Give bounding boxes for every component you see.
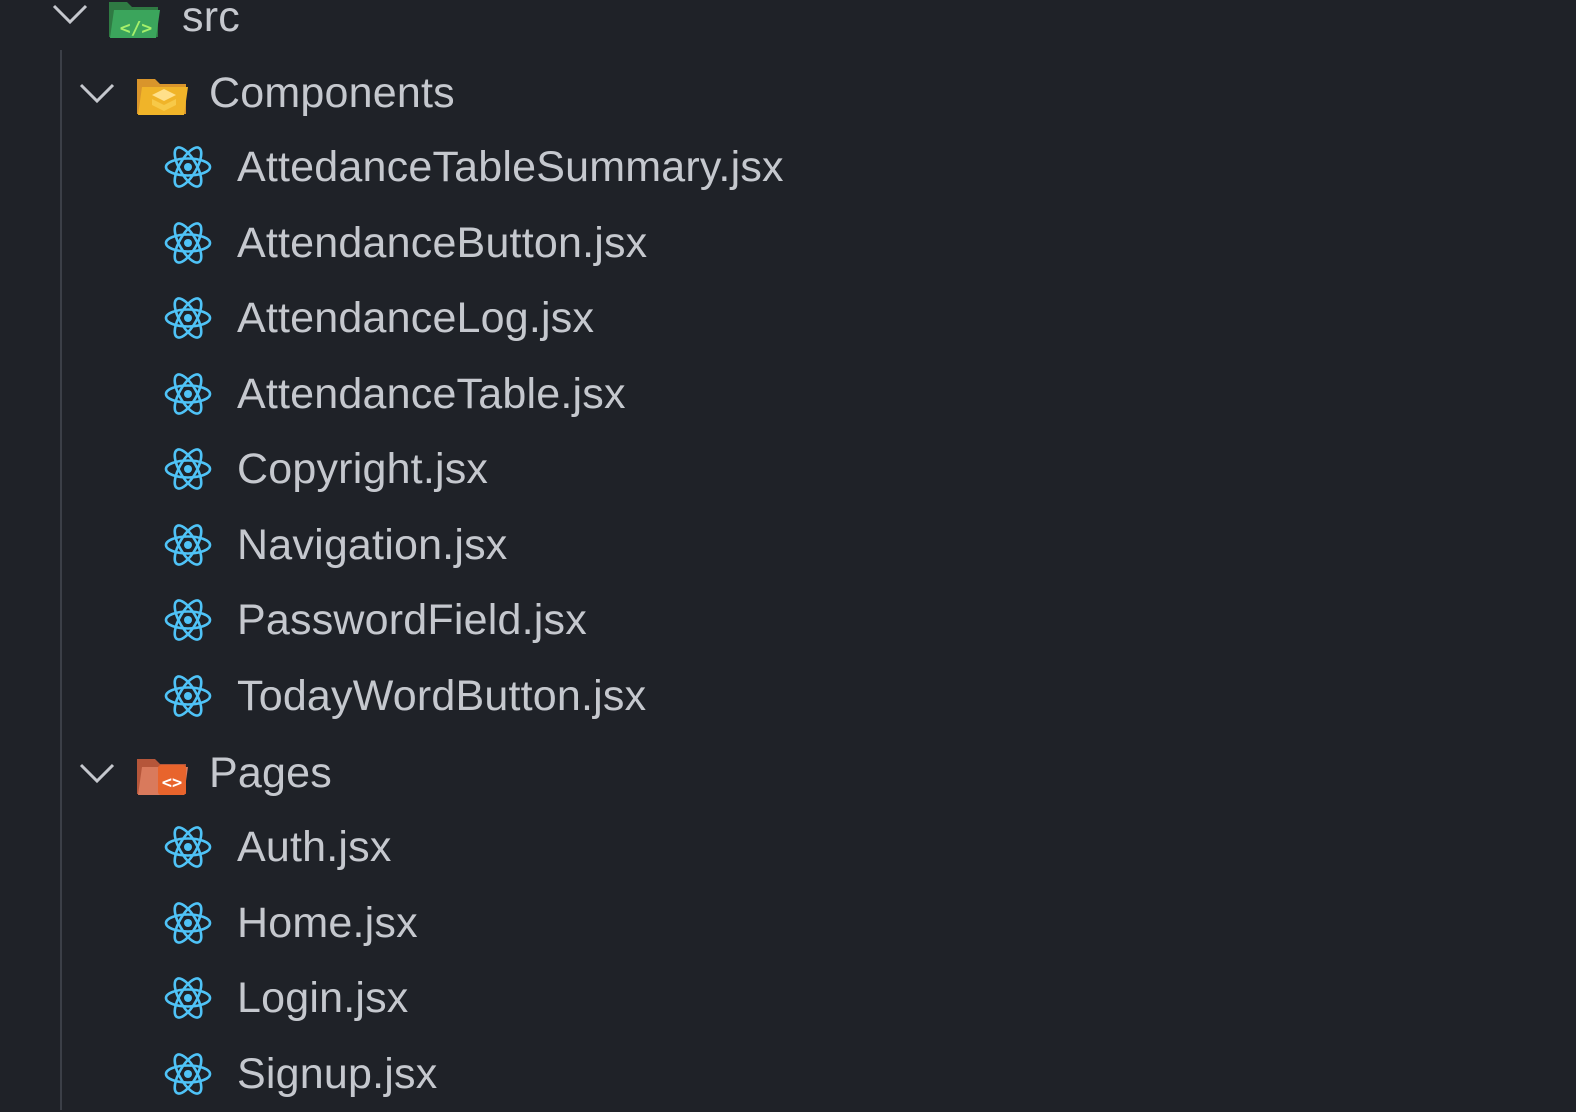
react-icon: [164, 902, 212, 944]
tree-file[interactable]: AttendanceLog.jsx: [0, 281, 1576, 356]
src-folder-icon: </>: [109, 2, 160, 39]
pages-folder-icon: <>: [137, 759, 188, 795]
react-icon: [164, 222, 212, 264]
tree-file[interactable]: Home.jsx: [0, 886, 1576, 961]
file-label: Copyright.jsx: [237, 445, 489, 493]
svg-text:</>: </>: [120, 18, 153, 39]
svg-text:<>: <>: [162, 773, 182, 793]
react-icon: [164, 826, 212, 868]
tree-file[interactable]: Auth.jsx: [0, 810, 1576, 885]
react-icon: [164, 1053, 212, 1095]
components-folder-icon: [137, 79, 188, 115]
tree-file[interactable]: AttendanceTable.jsx: [0, 357, 1576, 432]
react-icon: [164, 146, 212, 188]
react-icon: [164, 599, 212, 641]
file-label: Login.jsx: [237, 974, 409, 1022]
react-icon: [164, 675, 212, 717]
chevron-down-icon[interactable]: [77, 753, 117, 793]
react-icon: [164, 297, 212, 339]
react-icon: [164, 448, 212, 490]
tree-file[interactable]: TodayWordButton.jsx: [0, 659, 1576, 734]
chevron-down-icon[interactable]: [77, 73, 117, 113]
file-label: AttendanceLog.jsx: [237, 294, 595, 342]
folder-label-components: Components: [209, 69, 455, 117]
react-icon: [164, 977, 212, 1019]
file-label: TodayWordButton.jsx: [237, 672, 647, 720]
tree-file[interactable]: Copyright.jsx: [0, 432, 1576, 507]
tree-folder-components[interactable]: Components: [0, 55, 1576, 130]
react-icon: [164, 524, 212, 566]
react-icon: [164, 373, 212, 415]
file-label: Navigation.jsx: [237, 521, 508, 569]
tree-file[interactable]: Navigation.jsx: [0, 508, 1576, 583]
tree-file[interactable]: Signup.jsx: [0, 1037, 1576, 1112]
tree-file[interactable]: Login.jsx: [0, 961, 1576, 1036]
tree-file[interactable]: PasswordField.jsx: [0, 583, 1576, 658]
file-label: PasswordField.jsx: [237, 596, 587, 644]
folder-label-pages: Pages: [209, 749, 332, 797]
file-explorer-tree: </> src Components AttedanceTableSummary…: [0, 0, 1576, 1110]
file-label: AttendanceTable.jsx: [237, 370, 626, 418]
tree-file[interactable]: AttedanceTableSummary.jsx: [0, 130, 1576, 205]
chevron-down-icon[interactable]: [50, 0, 90, 34]
file-label: AttedanceTableSummary.jsx: [237, 143, 784, 191]
file-label: Home.jsx: [237, 899, 418, 947]
folder-label-src: src: [182, 0, 240, 41]
tree-folder-src[interactable]: </> src: [0, 0, 1576, 55]
file-label: Auth.jsx: [237, 823, 392, 871]
file-label: AttendanceButton.jsx: [237, 219, 648, 267]
tree-folder-pages[interactable]: <> Pages: [0, 735, 1576, 810]
tree-file[interactable]: AttendanceButton.jsx: [0, 206, 1576, 281]
file-label: Signup.jsx: [237, 1050, 438, 1098]
